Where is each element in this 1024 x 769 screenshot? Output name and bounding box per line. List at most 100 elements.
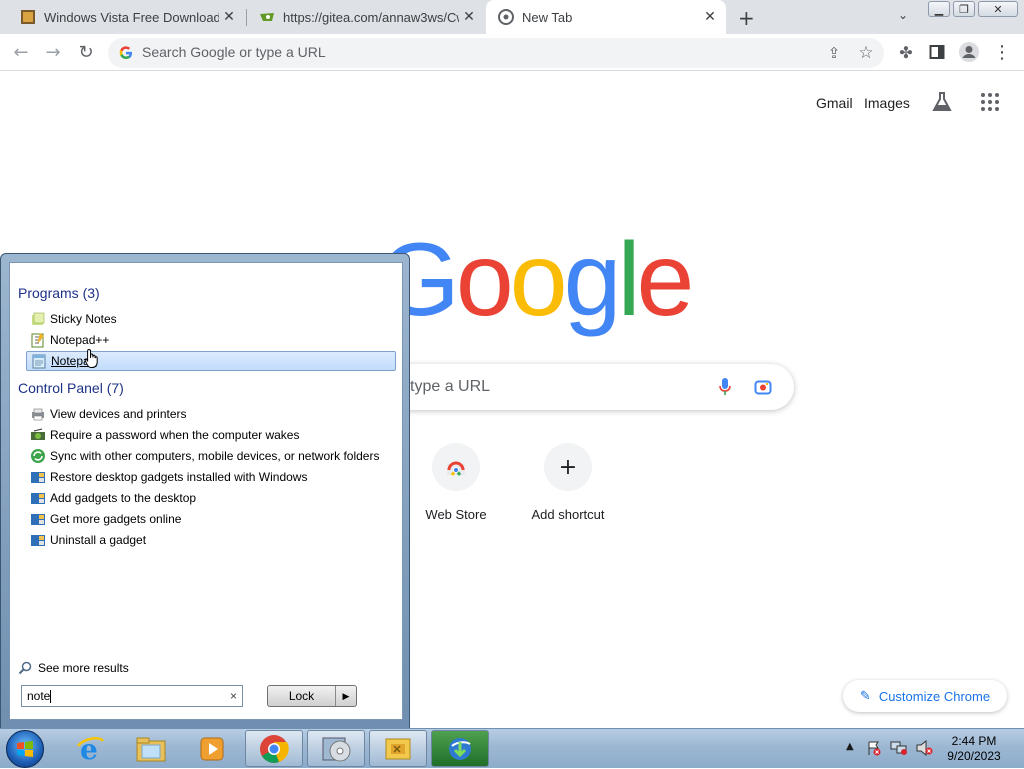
lock-button[interactable]: Lock ▶ xyxy=(267,685,357,707)
start-search-input[interactable]: note × xyxy=(21,685,243,707)
tab-gitea[interactable]: https://gitea.com/annaw3ws/Cw... ✕ xyxy=(247,0,485,34)
customize-chrome-button[interactable]: ✎ Customize Chrome xyxy=(843,680,1007,712)
cp-label: Uninstall a gadget xyxy=(50,533,147,547)
clear-search-icon[interactable]: × xyxy=(230,686,237,706)
google-logo: Google xyxy=(379,222,695,338)
cp-uninstall-gadget[interactable]: Uninstall a gadget xyxy=(26,530,396,550)
address-bar[interactable]: Search Google or type a URL ⇪ ☆ xyxy=(108,38,884,68)
taskbar-disc-app[interactable] xyxy=(307,730,365,767)
shortcut-label: Web Store xyxy=(425,507,487,522)
taskbar-chrome[interactable] xyxy=(245,730,303,767)
disc-app-icon xyxy=(322,737,351,761)
windows-explorer-icon xyxy=(136,737,166,761)
logo-letter: l xyxy=(617,222,640,338)
tab-strip: Windows Vista Free Download 3... ✕ https… xyxy=(0,0,1024,34)
logo-letter: g xyxy=(563,222,622,338)
share-icon[interactable]: ⇪ xyxy=(822,41,846,65)
voice-search-icon[interactable] xyxy=(718,377,732,401)
taskbar-clock[interactable]: 2:44 PM 9/20/2023 xyxy=(930,734,1018,764)
logo-letter: e xyxy=(636,222,695,338)
action-center-flag-icon[interactable] xyxy=(866,740,882,756)
taskbar-windows-explorer[interactable] xyxy=(122,730,180,767)
taskbar-download-manager[interactable] xyxy=(431,730,489,767)
see-more-label: See more results xyxy=(38,661,129,675)
shortcut-web-store[interactable]: Web Store xyxy=(400,443,512,522)
lens-camera-icon[interactable] xyxy=(754,378,772,400)
cp-label: Restore desktop gadgets installed with W… xyxy=(50,470,308,484)
customize-chrome-label: Customize Chrome xyxy=(878,688,991,704)
gmail-link[interactable]: Gmail xyxy=(816,95,853,111)
cp-view-devices-printers[interactable]: View devices and printers xyxy=(26,404,396,424)
profile-avatar-icon[interactable] xyxy=(957,40,981,64)
new-tab-icon[interactable]: + xyxy=(738,6,755,30)
gadgets-icon xyxy=(31,514,45,525)
extensions-puzzle-icon[interactable]: ✤ xyxy=(894,40,918,64)
images-link[interactable]: Images xyxy=(864,95,910,111)
chrome-icon xyxy=(260,734,289,763)
show-hidden-icons-icon[interactable]: ▲ xyxy=(846,741,854,752)
tab-title: New Tab xyxy=(522,9,573,25)
tab-new-tab[interactable]: New Tab ✕ xyxy=(486,0,726,34)
cp-add-gadgets[interactable]: Add gadgets to the desktop xyxy=(26,488,396,508)
tab-title: https://gitea.com/annaw3ws/Cw... xyxy=(283,9,459,25)
lock-label: Lock xyxy=(288,689,315,703)
power-options-icon xyxy=(31,428,45,440)
notepad-icon xyxy=(32,354,46,369)
programs-header[interactable]: Programs (3) xyxy=(18,285,100,301)
taskbar-internet-explorer[interactable]: e xyxy=(61,730,119,767)
chrome-menu-icon[interactable]: ⋮ xyxy=(990,40,1014,64)
gadgets-icon xyxy=(31,535,45,546)
taskbar-media-player[interactable] xyxy=(183,730,241,767)
cp-get-more-gadgets[interactable]: Get more gadgets online xyxy=(26,509,396,529)
taskbar-folder-app[interactable] xyxy=(369,730,427,767)
bookmark-star-icon[interactable]: ☆ xyxy=(854,41,878,65)
cp-label: Add gadgets to the desktop xyxy=(50,491,197,505)
labs-flask-icon[interactable] xyxy=(930,90,954,118)
program-label: Notepad++ xyxy=(50,333,110,347)
forward-icon[interactable]: → xyxy=(41,40,65,64)
clock-date: 9/20/2023 xyxy=(947,749,1001,763)
clock-time: 2:44 PM xyxy=(951,734,997,748)
lock-options-arrow-icon[interactable]: ▶ xyxy=(335,686,356,706)
shortcut-add[interactable]: + Add shortcut xyxy=(512,443,624,522)
start-search-value: note xyxy=(27,689,51,703)
browser-toolbar: ← → ↻ Search Google or type a URL ⇪ ☆ ✤ … xyxy=(0,34,1024,71)
window-close-icon[interactable]: ✕ xyxy=(978,1,1018,17)
chrome-favicon-icon xyxy=(498,9,514,25)
back-icon[interactable]: ← xyxy=(9,40,33,64)
text-caret xyxy=(50,690,52,704)
reload-icon[interactable]: ↻ xyxy=(74,40,98,64)
program-notepad[interactable]: Notepad xyxy=(26,351,396,371)
windows-logo-icon xyxy=(17,741,33,757)
tab-windows-vista[interactable]: Windows Vista Free Download 3... ✕ xyxy=(8,0,245,34)
pencil-icon: ✎ xyxy=(859,688,871,703)
address-bar-placeholder: Search Google or type a URL xyxy=(142,44,326,60)
apps-grid-icon[interactable] xyxy=(980,92,1000,116)
tab-close-icon[interactable]: ✕ xyxy=(459,9,479,25)
tab-close-icon[interactable]: ✕ xyxy=(700,9,720,25)
side-panel-icon[interactable] xyxy=(925,40,949,64)
start-menu-bottom-bar: note × Lock ▶ xyxy=(9,674,403,724)
start-button[interactable] xyxy=(6,730,44,768)
cp-label: Require a password when the computer wak… xyxy=(50,428,300,442)
site-favicon-icon xyxy=(21,10,35,24)
see-more-results-link[interactable]: See more results xyxy=(18,661,129,675)
network-icon[interactable] xyxy=(890,740,908,756)
program-notepad-plus-plus[interactable]: Notepad++ xyxy=(26,330,396,350)
folder-app-icon xyxy=(385,738,411,759)
restore-icon[interactable]: ❐ xyxy=(953,1,975,17)
minimize-icon[interactable]: ▁ xyxy=(928,1,950,17)
cp-restore-gadgets[interactable]: Restore desktop gadgets installed with W… xyxy=(26,467,396,487)
gadgets-icon xyxy=(31,493,45,504)
cp-require-password[interactable]: Require a password when the computer wak… xyxy=(26,425,396,445)
control-panel-header[interactable]: Control Panel (7) xyxy=(18,380,124,396)
program-sticky-notes[interactable]: Sticky Notes xyxy=(26,309,396,329)
media-player-icon xyxy=(200,737,224,760)
sync-center-icon xyxy=(31,449,45,463)
cp-label: View devices and printers xyxy=(50,407,187,421)
logo-letter: o xyxy=(509,222,568,338)
notepad-plus-plus-icon xyxy=(31,333,44,348)
cp-sync[interactable]: Sync with other computers, mobile device… xyxy=(26,446,396,466)
tab-search-chevron-icon[interactable]: ⌄ xyxy=(898,8,908,22)
tab-close-icon[interactable]: ✕ xyxy=(219,9,239,25)
